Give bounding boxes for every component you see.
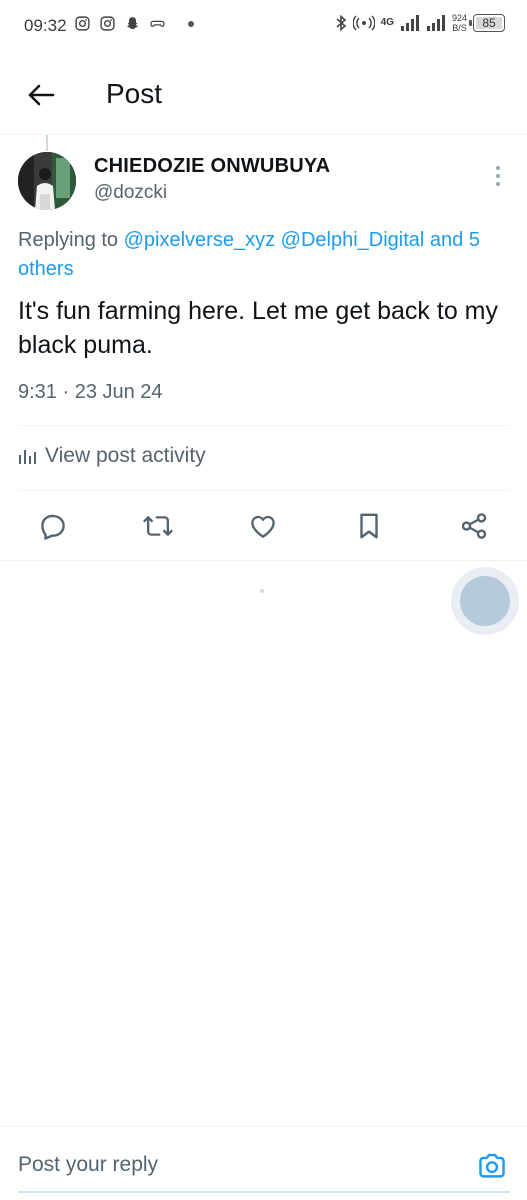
network-type: 4G	[380, 17, 394, 28]
reply-button[interactable]	[37, 510, 69, 542]
hotspot-icon	[352, 15, 375, 31]
top-app-bar: Post	[0, 54, 527, 135]
divider	[18, 490, 510, 491]
view-post-activity[interactable]: View post activity	[18, 444, 206, 468]
compose-fab[interactable]	[451, 567, 519, 635]
bluetooth-icon	[336, 14, 346, 32]
replying-prefix: Replying to	[18, 229, 119, 251]
camera-icon	[479, 1153, 505, 1178]
loading-indicator	[260, 589, 264, 593]
status-bar: 09:32 4G 924 B/S 85	[0, 0, 527, 54]
repost-button[interactable]	[142, 510, 174, 542]
mention-link-pixelverse[interactable]: @pixelverse_xyz	[124, 229, 275, 251]
notification-icons	[74, 15, 194, 32]
view-post-activity-label: View post activity	[45, 444, 206, 467]
page-title: Post	[106, 78, 163, 109]
back-button[interactable]	[24, 78, 58, 112]
system-indicators: 4G 924 B/S 85	[335, 13, 505, 33]
post-timestamp: 9:31 · 23 Jun 24	[18, 381, 163, 403]
add-photo-button[interactable]	[475, 1149, 509, 1183]
like-button[interactable]	[247, 510, 279, 542]
reply-composer: Post your reply	[0, 1126, 527, 1200]
signal-icon-2	[426, 15, 445, 31]
post-actions	[0, 496, 527, 560]
share-button[interactable]	[458, 510, 490, 542]
bookmark-icon	[360, 513, 378, 539]
more-options-button[interactable]	[488, 164, 508, 188]
repost-icon	[143, 516, 173, 536]
divider	[0, 560, 527, 561]
reply-icon	[41, 514, 65, 540]
bookmark-button[interactable]	[353, 510, 385, 542]
more-dot-icon	[496, 166, 500, 170]
divider	[18, 425, 510, 426]
reply-input[interactable]: Post your reply	[18, 1153, 158, 1177]
instagram-icon	[100, 16, 115, 31]
author-handle[interactable]: @dozcki	[94, 182, 167, 204]
share-icon	[461, 513, 487, 539]
more-dot-icon	[496, 174, 500, 178]
speed-unit: B/S	[452, 23, 467, 33]
speed-value: 924	[451, 13, 467, 23]
gamepad-icon	[150, 20, 165, 27]
instagram-icon	[75, 16, 90, 31]
arrow-left-icon	[28, 84, 55, 106]
post-text: It's fun farming here. Let me get back t…	[18, 297, 498, 359]
analytics-icon	[19, 450, 36, 464]
signal-icon	[400, 15, 419, 31]
reply-input-underline	[18, 1191, 510, 1193]
fab-circle	[460, 576, 510, 626]
avatar[interactable]	[18, 152, 76, 210]
like-icon	[251, 515, 275, 538]
more-notifications-dot	[188, 20, 194, 27]
avatar-image	[18, 152, 76, 210]
status-time: 09:32	[24, 16, 67, 35]
more-dot-icon	[496, 182, 500, 186]
battery-icon: 85	[469, 14, 505, 32]
battery-level: 85	[482, 16, 496, 30]
network-speed: 924 B/S	[452, 13, 467, 33]
replying-to: Replying to @pixelverse_xyz @Delphi_Digi…	[18, 226, 518, 284]
author-name[interactable]: CHIEDOZIE ONWUBUYA	[94, 155, 330, 178]
mention-link-delphi[interactable]: @Delphi_Digital	[281, 229, 425, 251]
thread-connector	[46, 135, 48, 151]
snapchat-icon	[126, 17, 139, 30]
